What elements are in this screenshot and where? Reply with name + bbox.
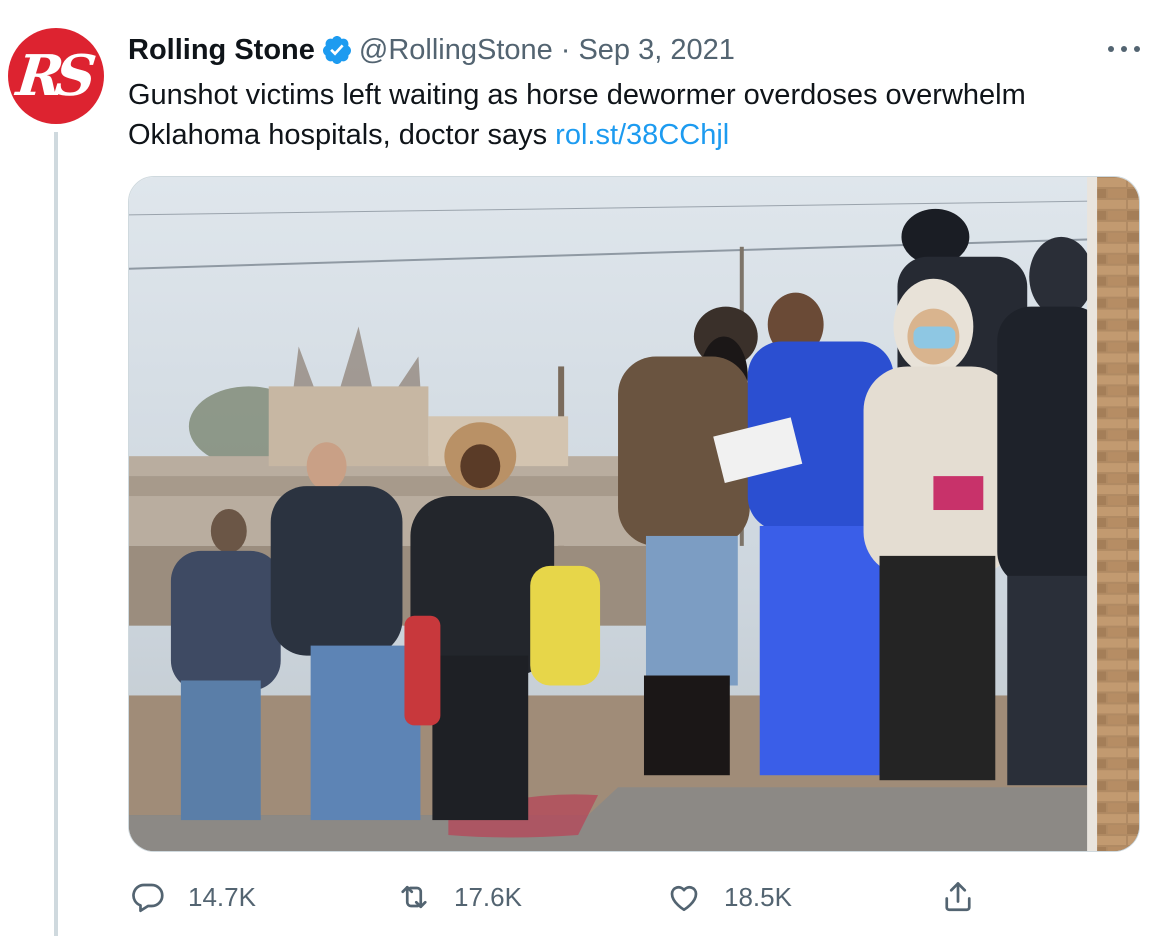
share-action[interactable] (940, 874, 976, 920)
author-name[interactable]: Rolling Stone (128, 34, 315, 67)
like-action[interactable]: 18.5K (666, 874, 792, 920)
thread-line (54, 132, 58, 936)
tweet-link[interactable]: rol.st/38CChjl (555, 119, 729, 151)
reply-icon[interactable] (130, 879, 166, 915)
retweet-icon[interactable] (396, 879, 432, 915)
retweet-action[interactable]: 17.6K (396, 874, 522, 920)
share-icon[interactable] (940, 879, 976, 915)
tweet-actions: 14.7K 17.6K 18.5K (128, 874, 988, 920)
like-count: 18.5K (724, 881, 792, 912)
verified-badge-icon (322, 36, 351, 64)
tweet-header: Rolling Stone @RollingStone · Sep 3, 202… (128, 30, 735, 70)
reply-count: 14.7K (188, 881, 256, 912)
avatar[interactable]: RS (8, 28, 104, 124)
author-handle[interactable]: @RollingStone (359, 34, 553, 67)
retweet-count: 17.6K (454, 881, 522, 912)
tweet-body: Gunshot victims left waiting as horse de… (128, 75, 1128, 155)
photo-line-of-people (129, 177, 1139, 851)
like-icon[interactable] (666, 879, 702, 915)
avatar-logo-text: RS (13, 43, 91, 109)
separator-dot: · (560, 33, 571, 66)
tweet-photo[interactable] (128, 176, 1140, 852)
reply-action[interactable]: 14.7K (130, 874, 256, 920)
tweet-date[interactable]: Sep 3, 2021 (578, 34, 734, 67)
more-icon[interactable] (1104, 34, 1144, 64)
